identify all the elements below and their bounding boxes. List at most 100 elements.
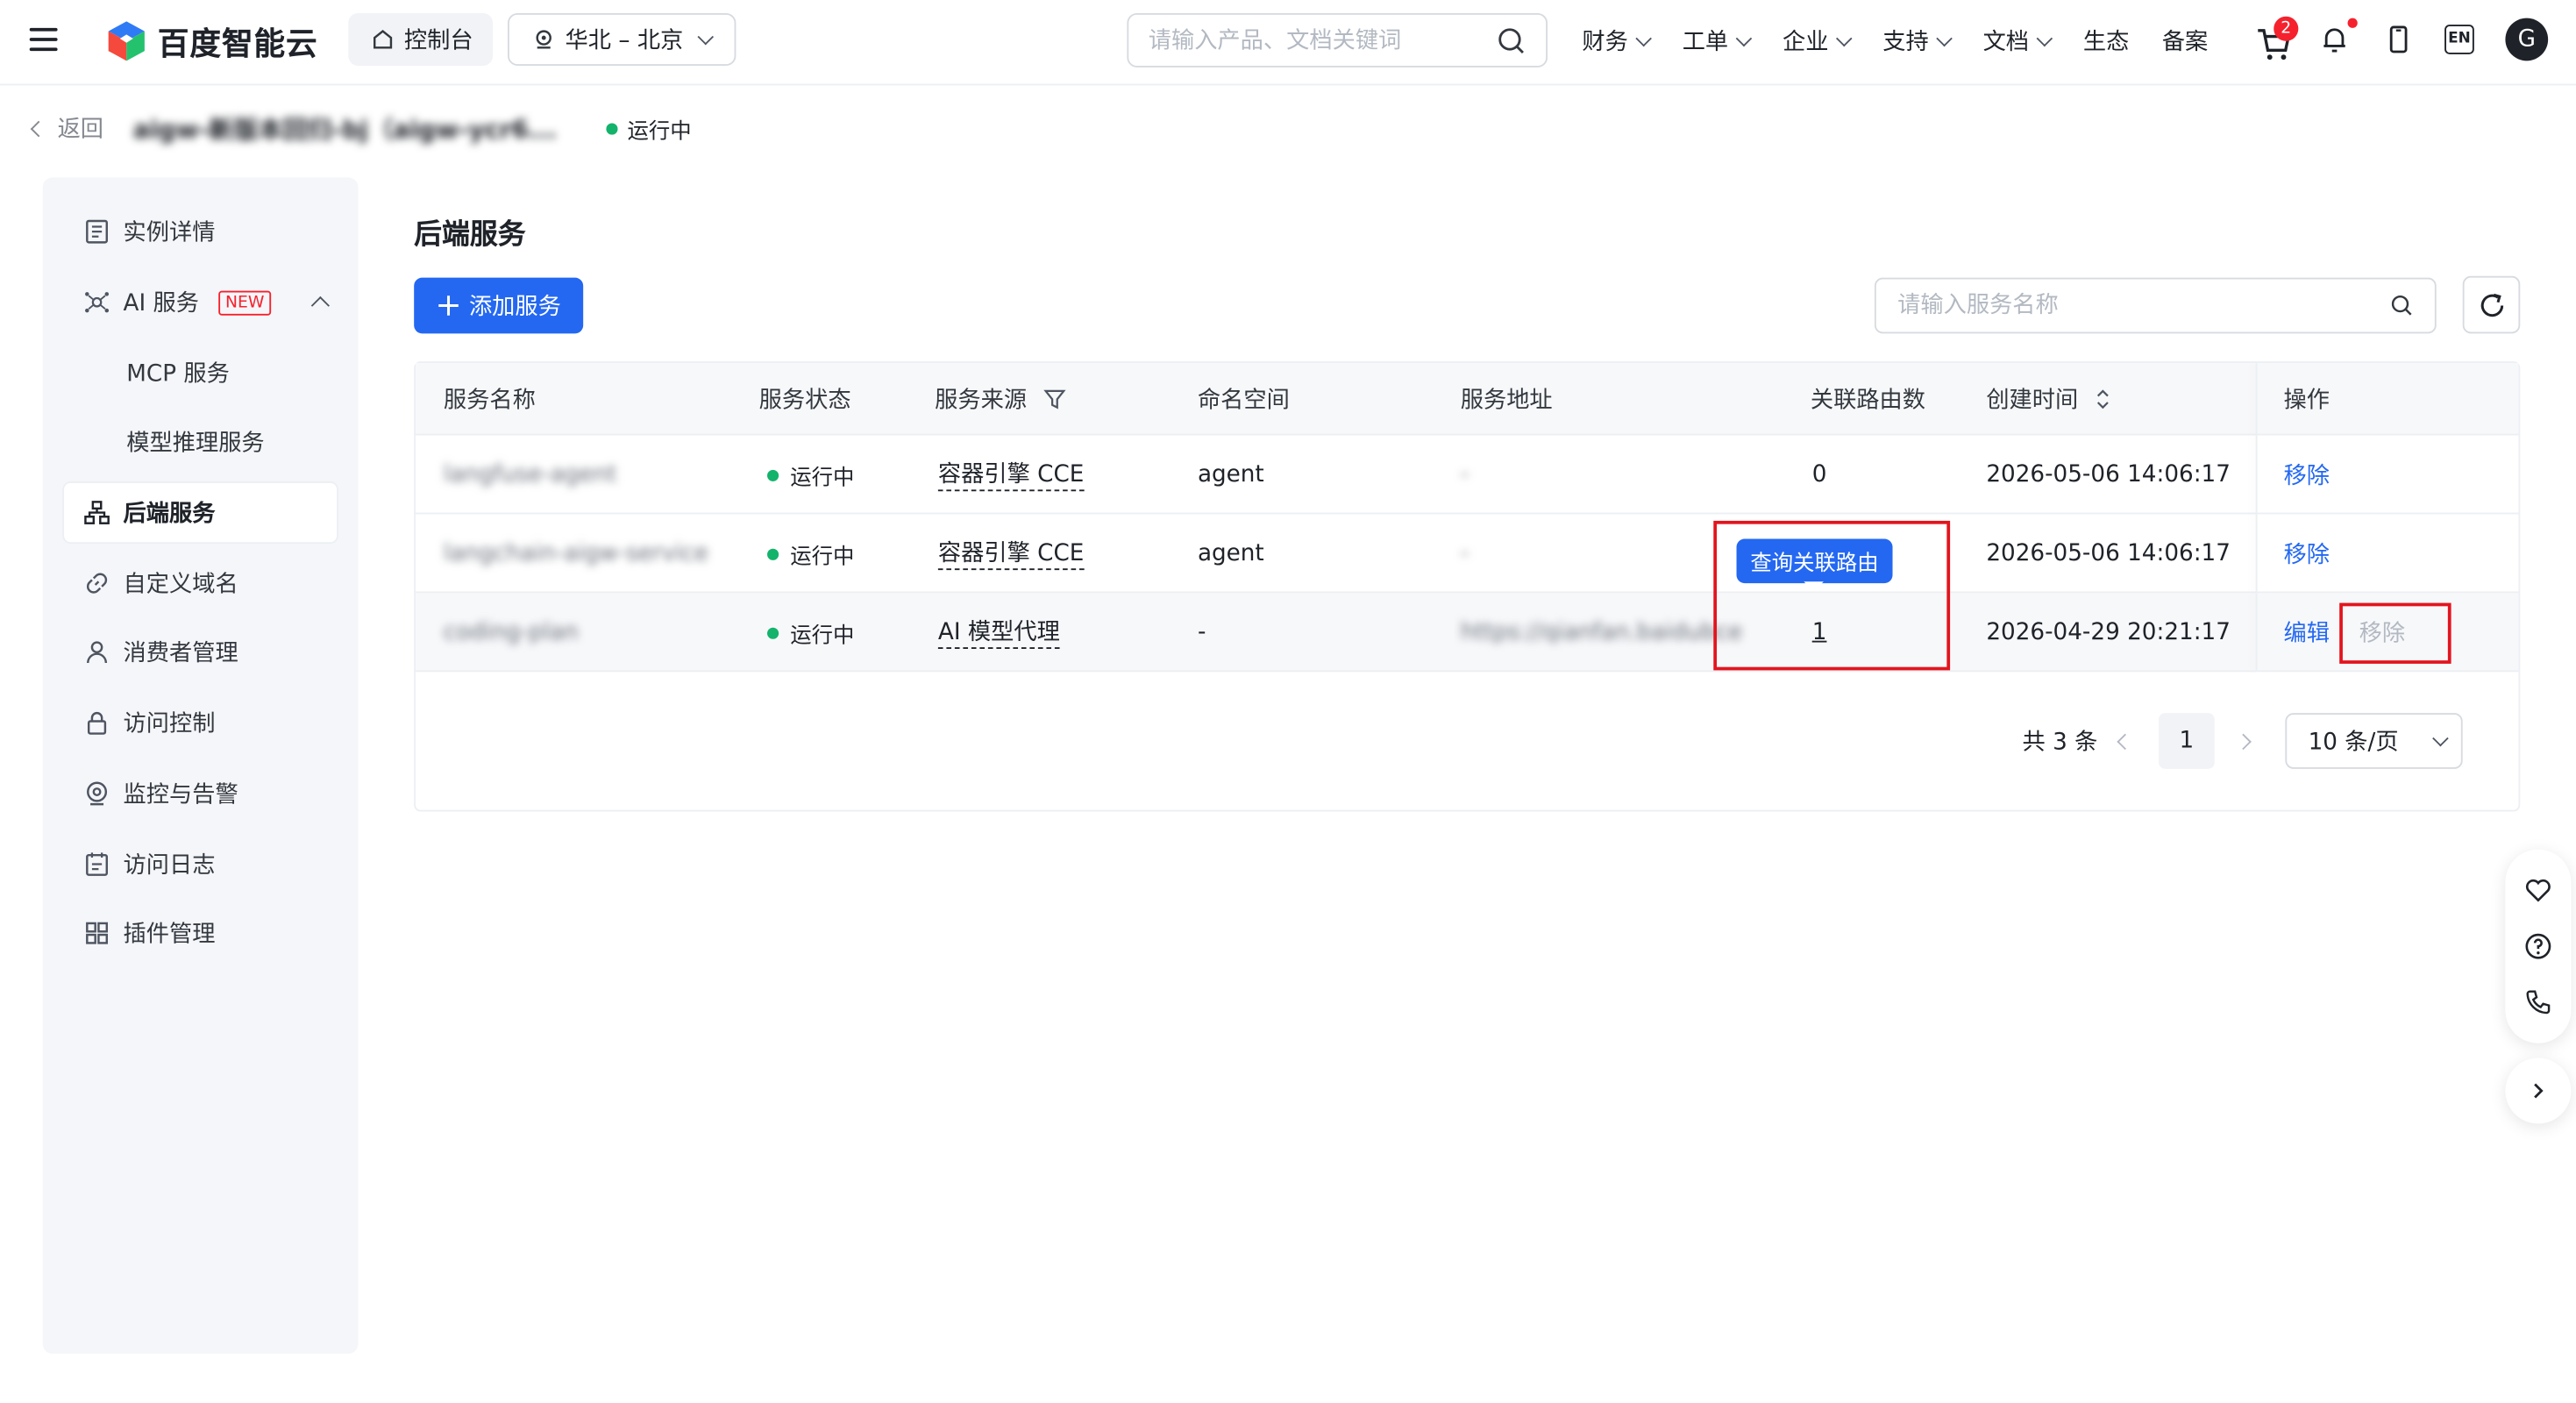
chevron-right-icon (2534, 1083, 2544, 1099)
column-header: 操作 (2283, 388, 2330, 415)
sidebar-item-access-log[interactable]: 访问日志 (64, 835, 337, 894)
top-nav: 财务 工单 企业 支持 文档 生态 备案 (1582, 0, 2240, 82)
next-page-button[interactable] (2235, 713, 2260, 769)
top-bar: 百度智能云 控制台 华北 – 北京 财务 工单 企业 支持 文档 生态 备案 2 (0, 0, 2576, 86)
menu-icon[interactable] (28, 23, 60, 55)
chevron-down-icon (1936, 29, 1953, 46)
global-search[interactable] (1127, 12, 1548, 68)
search-icon[interactable] (1497, 25, 1526, 55)
sidebar-item-access-control[interactable]: 访问控制 (64, 694, 337, 752)
pagination-total: 共 3 条 (2022, 729, 2098, 756)
new-badge: NEW (218, 289, 271, 315)
console-label: 控制台 (403, 27, 473, 54)
float-toolbar (2505, 849, 2572, 1043)
sidebar-item-label: MCP 服务 (126, 361, 230, 388)
service-status: 运行中 (767, 435, 854, 514)
nav-ecosystem[interactable]: 生态 (2083, 25, 2129, 57)
chevron-down-icon (697, 27, 714, 45)
page-size-select[interactable]: 10 条/页 (2285, 713, 2463, 769)
sidebar-item-mcp-service[interactable]: MCP 服务 (64, 344, 337, 402)
chevron-up-icon[interactable] (310, 296, 330, 316)
notification-dot (2347, 18, 2358, 28)
route-count: 0 (1811, 461, 1827, 488)
help-icon[interactable] (2523, 931, 2553, 961)
sidebar-item-label: 消费者管理 (123, 640, 238, 667)
page-current[interactable]: 1 (2159, 713, 2215, 769)
nav-support[interactable]: 支持 (1882, 25, 1953, 57)
remove-link[interactable]: 移除 (2283, 514, 2329, 593)
bell-icon[interactable] (2318, 23, 2351, 55)
service-search[interactable] (1874, 277, 2437, 334)
sidebar-item-label: 实例详情 (123, 220, 216, 247)
page-title: 后端服务 (414, 218, 526, 252)
service-source[interactable]: 容器引擎 CCE (937, 435, 1085, 514)
created-time: 2026-04-29 20:21:17 (1986, 619, 2231, 646)
sidebar-item-monitoring[interactable]: 监控与告警 (64, 764, 337, 823)
nav-label: 文档 (1982, 29, 2030, 56)
sidebar-item-plugin[interactable]: 插件管理 (64, 903, 337, 962)
nav-docs[interactable]: 文档 (1982, 25, 2053, 57)
region-selector[interactable]: 华北 – 北京 (507, 12, 737, 66)
refresh-button[interactable] (2462, 275, 2521, 334)
nav-finance[interactable]: 财务 (1582, 25, 1652, 57)
column-header: 服务状态 (758, 388, 851, 415)
sidebar: 实例详情 AI 服务 NEW MCP 服务 模型推理服务 后端服务 自定义域名 … (42, 177, 359, 1354)
nav-ticket[interactable]: 工单 (1682, 25, 1753, 57)
nav-label: 工单 (1682, 29, 1729, 56)
nav-enterprise[interactable]: 企业 (1783, 25, 1853, 57)
add-service-button[interactable]: 添加服务 (414, 277, 584, 334)
plus-icon (438, 296, 458, 316)
ai-network-icon (85, 292, 110, 313)
status-text: 运行中 (627, 118, 692, 144)
refresh-icon (2480, 292, 2503, 317)
mobile-icon[interactable] (2382, 23, 2415, 55)
nav-label: 支持 (1882, 29, 1929, 56)
prev-page-button[interactable] (2117, 713, 2142, 769)
lock-icon (87, 711, 107, 735)
column-header-source: 服务来源 (935, 363, 1066, 435)
table-row: langchain-aigw-service 运行中 容器引擎 CCE agen… (416, 514, 2519, 594)
expand-panel-button[interactable] (2505, 1058, 2572, 1124)
add-service-label: 添加服务 (468, 292, 561, 319)
search-icon[interactable] (2390, 294, 2413, 317)
status-dot (606, 122, 618, 134)
sidebar-item-custom-domain[interactable]: 自定义域名 (64, 553, 337, 612)
table-row: langfuse-agent 运行中 容器引擎 CCE agent - 0 20… (416, 435, 2519, 515)
sidebar-item-consumer[interactable]: 消费者管理 (64, 623, 337, 681)
column-header: 命名空间 (1197, 388, 1290, 415)
sidebar-item-model-inference[interactable]: 模型推理服务 (64, 412, 337, 471)
service-address: - (1460, 461, 1469, 488)
service-address: https://qianfan.baidubce.... (1460, 619, 1744, 646)
service-source[interactable]: AI 模型代理 (937, 593, 1060, 672)
sidebar-item-ai-service[interactable]: AI 服务 NEW (64, 273, 337, 331)
sidebar-item-label: 插件管理 (123, 922, 216, 949)
filter-icon[interactable] (1043, 388, 1066, 410)
remove-link[interactable]: 移除 (2283, 435, 2329, 514)
phone-icon[interactable] (2523, 987, 2553, 1017)
brand-logo[interactable]: 百度智能云 (105, 18, 318, 64)
status-dot (767, 468, 779, 481)
sidebar-item-instance-detail[interactable]: 实例详情 (64, 202, 337, 260)
chevron-left-icon (30, 119, 47, 137)
column-header-created[interactable]: 创建时间 (1986, 363, 2110, 435)
language-icon[interactable]: EN (2444, 25, 2474, 54)
back-button[interactable]: 返回 (30, 111, 103, 144)
heart-icon[interactable] (2523, 876, 2553, 906)
link-icon (87, 573, 108, 594)
avatar[interactable]: G (2505, 18, 2549, 61)
console-button[interactable]: 控制台 (348, 12, 494, 66)
service-source[interactable]: 容器引擎 CCE (937, 514, 1085, 593)
status-dot (767, 547, 779, 559)
source-text: AI 模型代理 (937, 617, 1060, 649)
column-header: 服务名称 (443, 388, 536, 415)
nav-label: 财务 (1582, 29, 1628, 56)
status-dot (767, 626, 779, 638)
sidebar-item-backend-service[interactable]: 后端服务 (64, 482, 338, 543)
edit-link[interactable]: 编辑 (2283, 593, 2329, 672)
table-row: coding-plan 运行中 AI 模型代理 - https://qianfa… (416, 593, 2519, 673)
nav-filing[interactable]: 备案 (2162, 25, 2208, 57)
sort-icon[interactable] (2095, 388, 2111, 410)
service-search-input[interactable] (1897, 292, 2391, 319)
column-header-label: 服务来源 (935, 388, 1028, 415)
global-search-input[interactable] (1148, 26, 1497, 53)
